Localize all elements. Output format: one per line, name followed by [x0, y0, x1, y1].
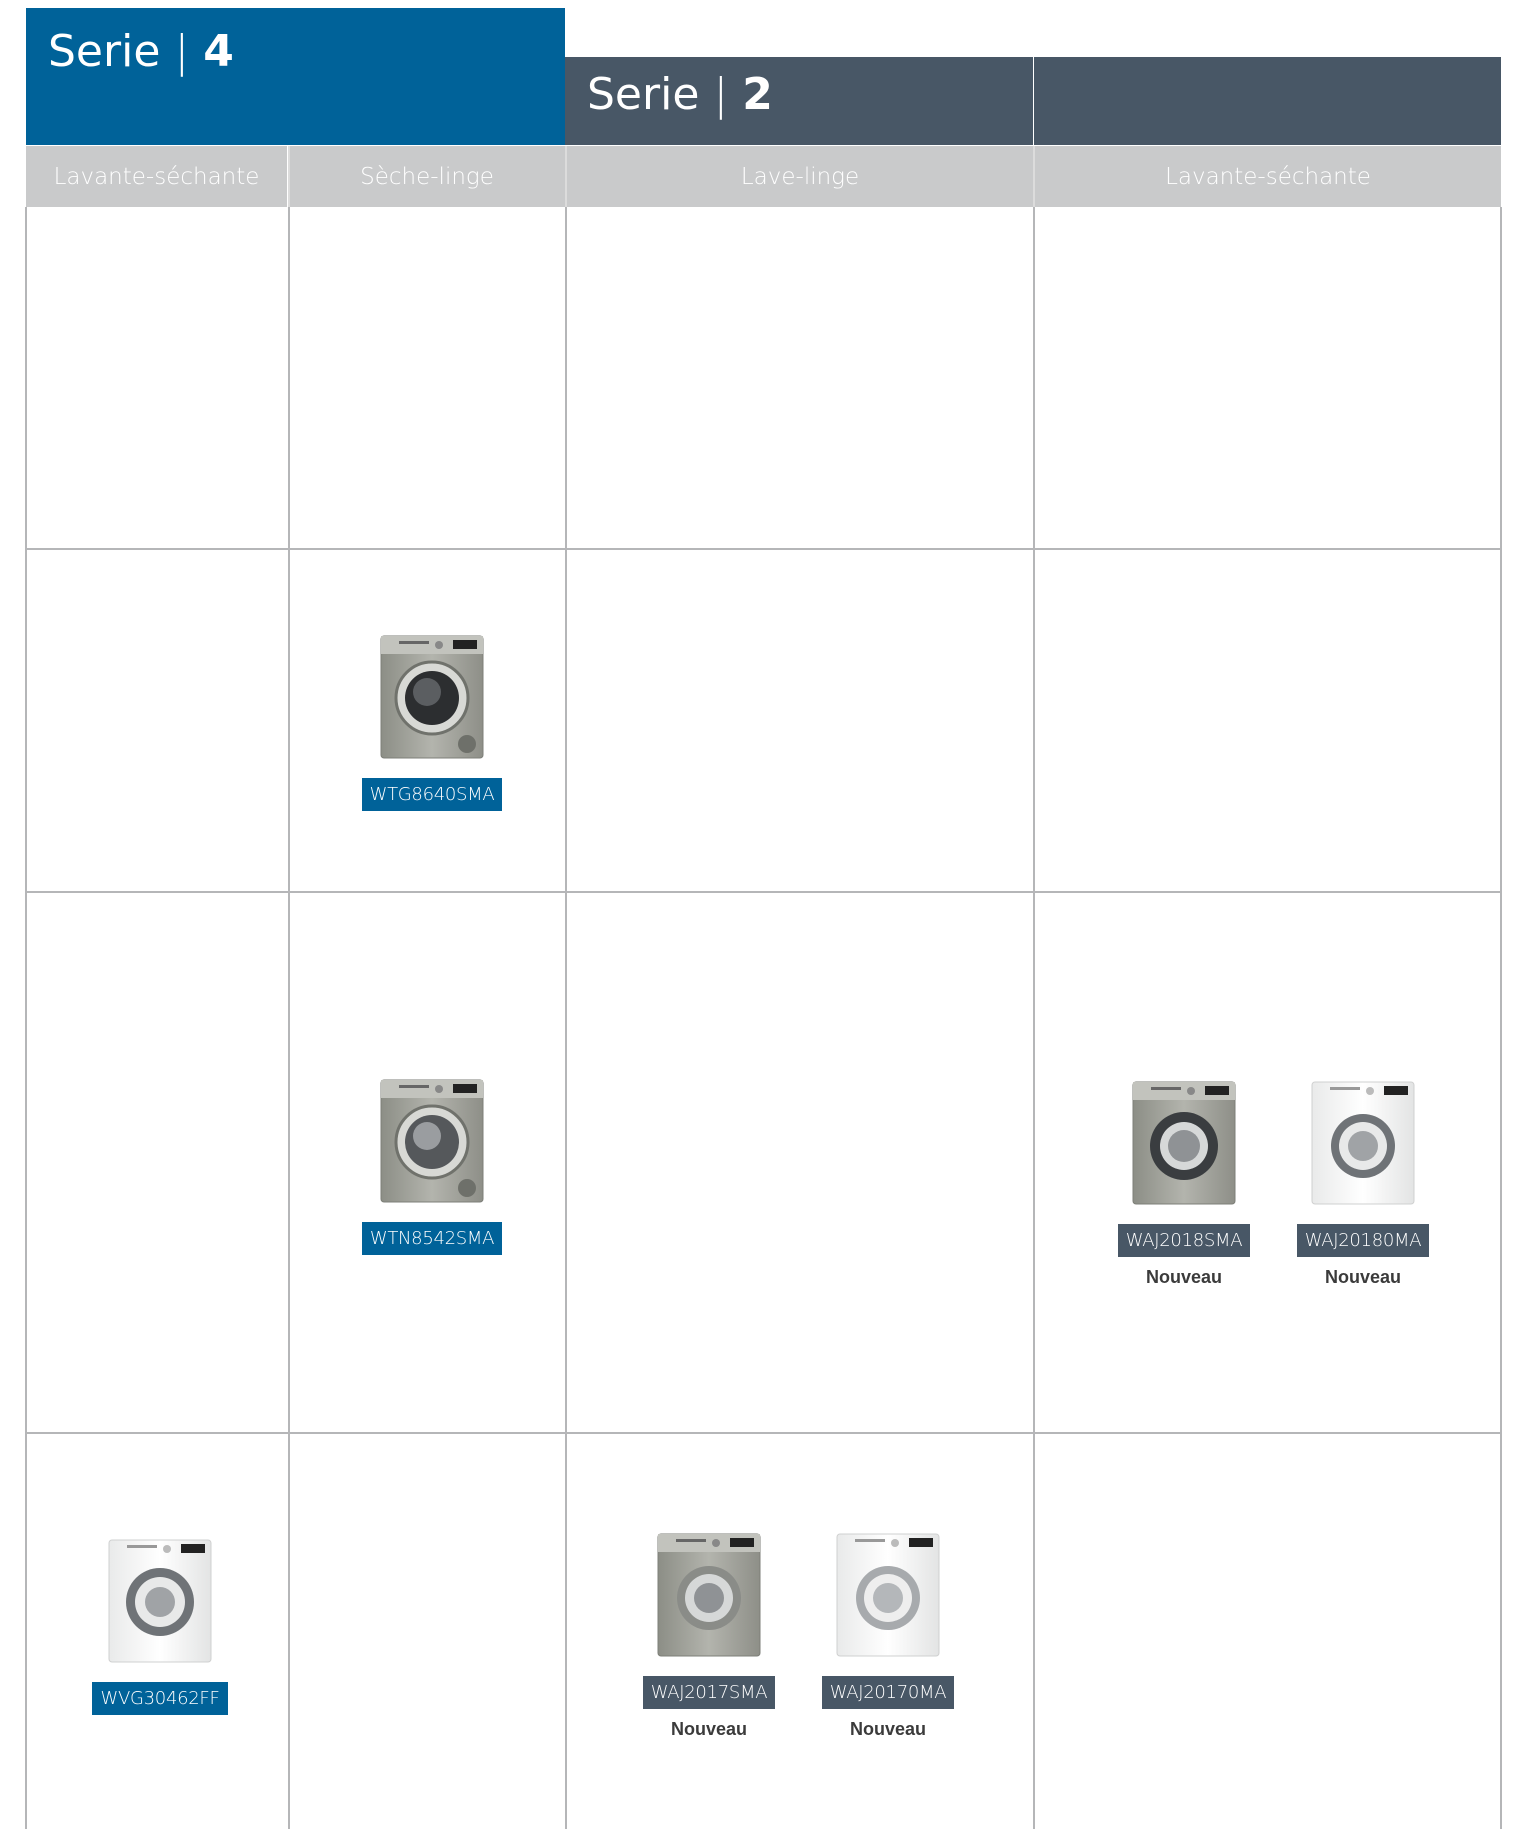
serie-4-header: Serie | 4	[26, 8, 565, 145]
product-card[interactable]: WAJ20180MA Nouveau	[1283, 1078, 1443, 1288]
model-label[interactable]: WAJ2017SMA	[642, 1676, 776, 1709]
serie-word: Serie	[587, 69, 700, 120]
serie-number: 4	[203, 26, 234, 77]
serie-number: 2	[742, 69, 773, 120]
dryer-icon	[377, 1076, 487, 1206]
model-label[interactable]: WAJ20180MA	[1296, 1224, 1430, 1257]
serie-separator: |	[174, 26, 190, 77]
product-card[interactable]: WTG8640SMA	[352, 632, 512, 811]
column-header-lave-linge: Lave-linge	[567, 146, 1033, 207]
washing-machine-icon	[1129, 1078, 1239, 1208]
new-badge: Nouveau	[1324, 1267, 1402, 1287]
product-card[interactable]: WAJ20170MA Nouveau	[808, 1530, 968, 1740]
model-label[interactable]: WTN8542SMA	[361, 1222, 503, 1255]
product-card[interactable]: WVG30462FF	[80, 1536, 240, 1715]
grid-line	[1500, 207, 1502, 1829]
dryer-icon	[377, 632, 487, 762]
grid-line	[1033, 207, 1035, 1829]
product-card[interactable]: WTN8542SMA	[352, 1076, 512, 1255]
washing-machine-icon	[654, 1530, 764, 1660]
grid-line	[25, 1432, 1502, 1434]
column-header-lavante-sechante-1: Lavante-séchante	[26, 146, 287, 207]
grid-line	[25, 548, 1502, 550]
product-card[interactable]: WAJ2017SMA Nouveau	[629, 1530, 789, 1740]
new-badge: Nouveau	[849, 1719, 927, 1739]
column-header-lavante-sechante-2: Lavante-séchante	[1035, 146, 1501, 207]
grid-line	[565, 207, 567, 1829]
serie-2-header: Serie | 2	[565, 57, 1033, 145]
serie-2-header-extension	[1034, 57, 1501, 145]
grid-line	[288, 207, 290, 1829]
product-card[interactable]: WAJ2018SMA Nouveau	[1104, 1078, 1264, 1288]
model-label[interactable]: WTG8640SMA	[361, 778, 503, 811]
washer-dryer-icon	[105, 1536, 215, 1666]
column-header-seche-linge: Sèche-linge	[289, 146, 565, 207]
grid-line	[25, 891, 1502, 893]
new-badge: Nouveau	[670, 1719, 748, 1739]
grid-line	[25, 207, 27, 1829]
model-label[interactable]: WAJ2018SMA	[1117, 1224, 1251, 1257]
new-badge: Nouveau	[1145, 1267, 1223, 1287]
serie-4-title: Serie | 4	[48, 26, 234, 77]
serie-separator: |	[713, 69, 729, 120]
washing-machine-icon	[1308, 1078, 1418, 1208]
model-label[interactable]: WVG30462FF	[92, 1682, 228, 1715]
serie-2-title: Serie | 2	[587, 69, 773, 120]
model-label[interactable]: WAJ20170MA	[821, 1676, 955, 1709]
washing-machine-icon	[833, 1530, 943, 1660]
serie-word: Serie	[48, 26, 161, 77]
